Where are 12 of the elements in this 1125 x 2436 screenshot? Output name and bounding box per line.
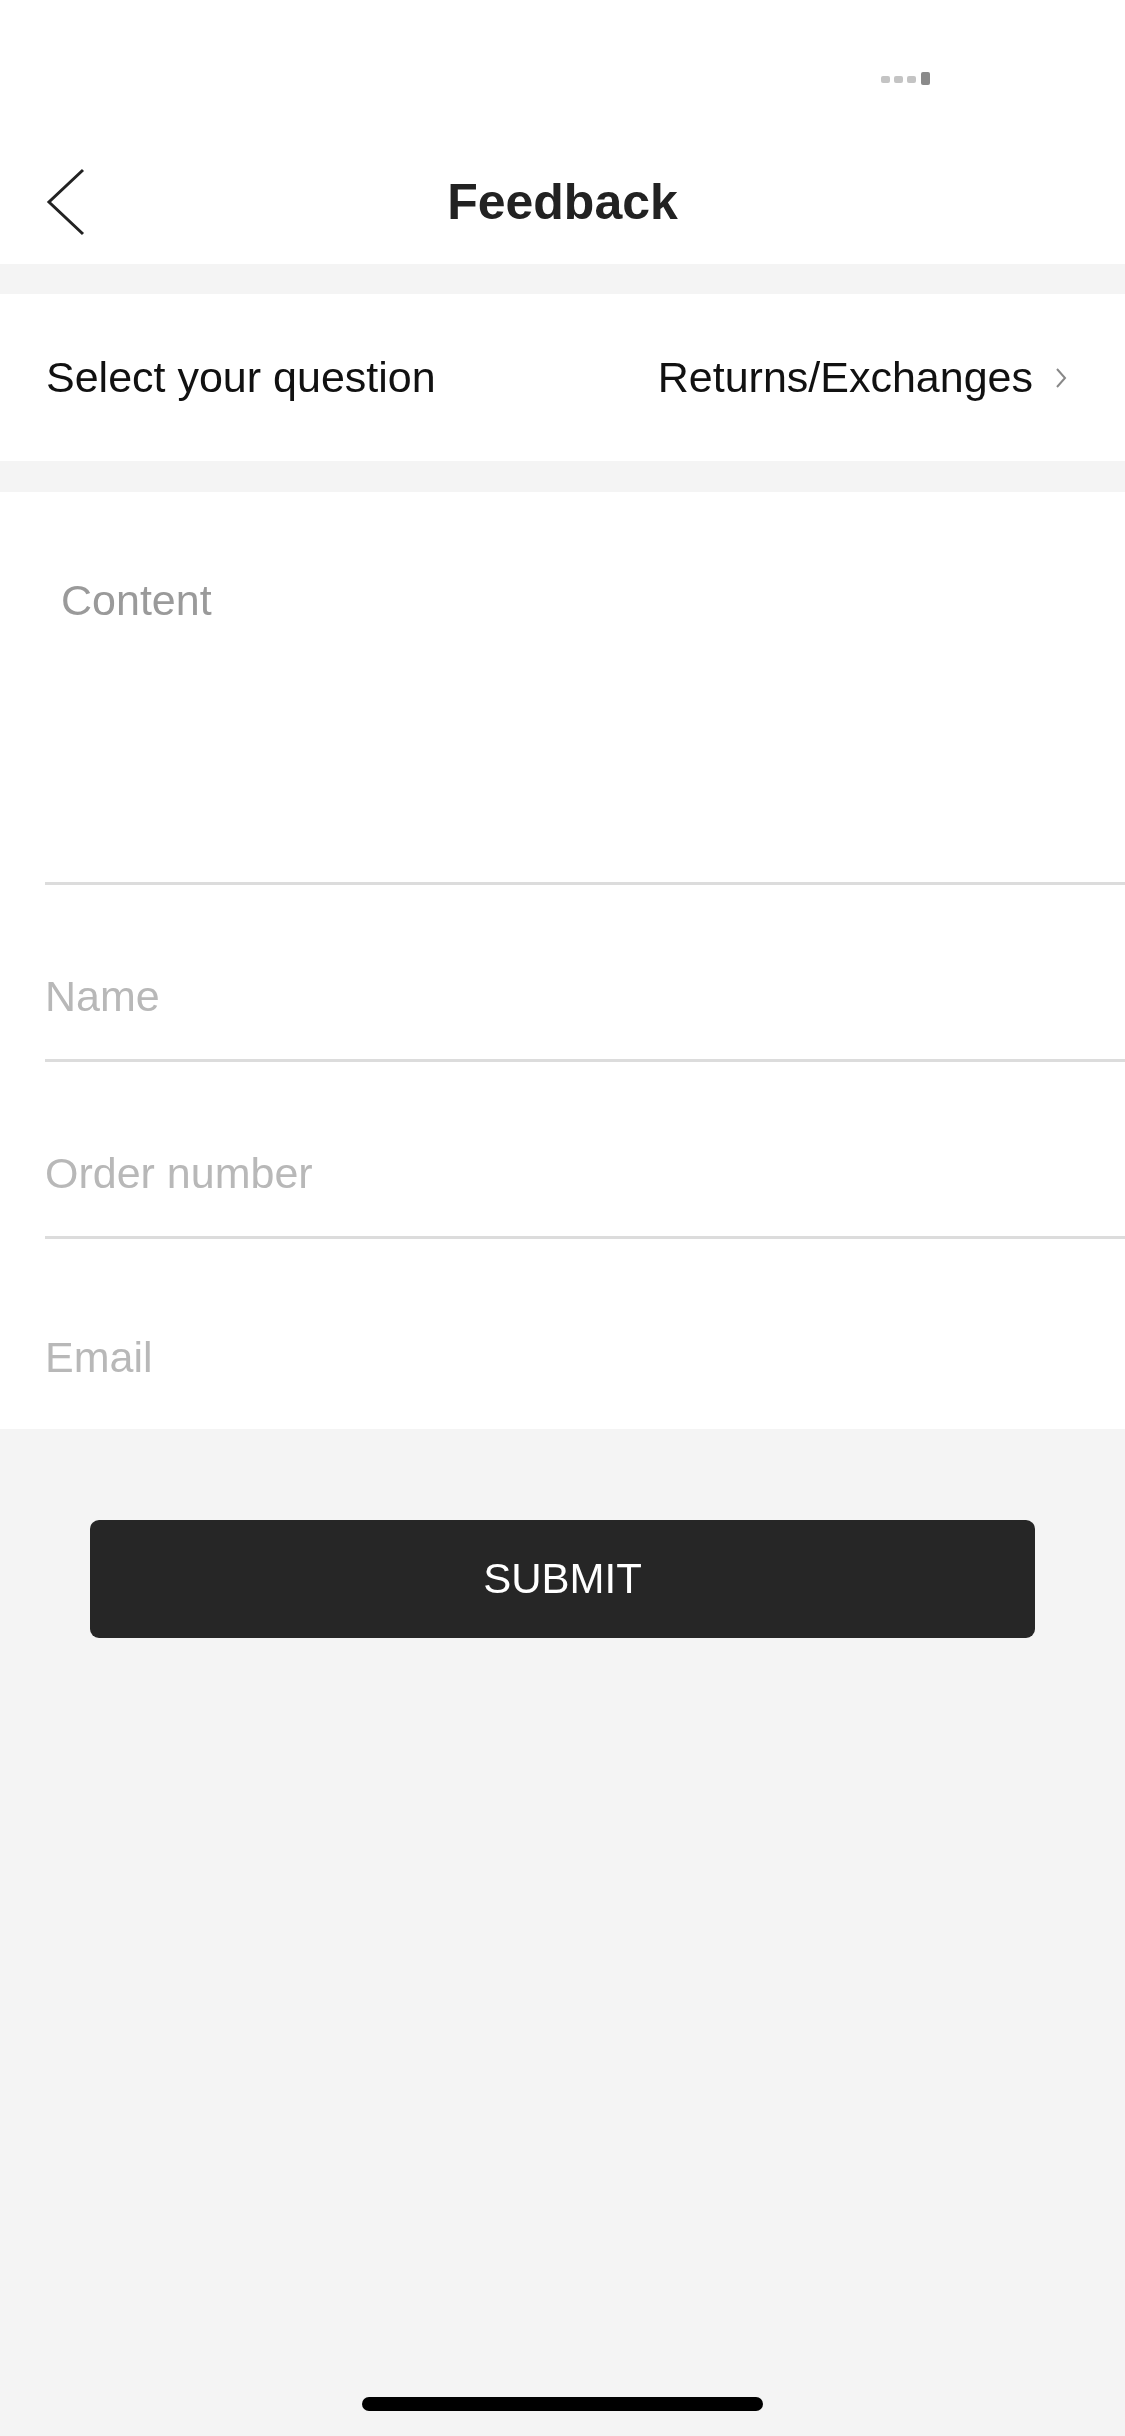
chevron-right-icon xyxy=(1055,366,1067,389)
input-field[interactable]: Email xyxy=(0,1239,1125,1429)
question-label: Select your question xyxy=(46,353,436,402)
signal-icon xyxy=(881,72,933,86)
question-value: Returns/Exchanges xyxy=(657,353,1033,402)
page-title: Feedback xyxy=(447,173,678,231)
submit-button[interactable]: SUBMIT xyxy=(90,1520,1035,1638)
input-field[interactable]: Name xyxy=(0,885,1125,1062)
question-row[interactable]: Select your question Returns/Exchanges xyxy=(0,294,1125,461)
back-icon[interactable] xyxy=(46,168,86,236)
input-field[interactable]: Order number xyxy=(0,1062,1125,1239)
content-field[interactable]: Content xyxy=(0,492,1125,885)
